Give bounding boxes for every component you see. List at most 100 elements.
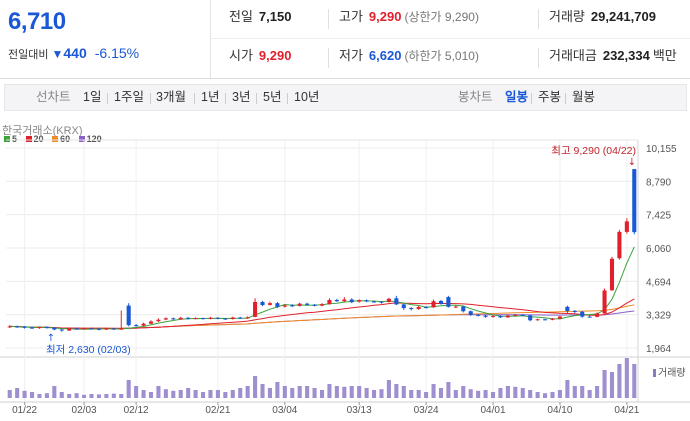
chart-grid: [0, 139, 690, 403]
candle-body: [111, 328, 116, 330]
x-tick-label: 04/01: [480, 405, 505, 416]
volume-bar: [572, 386, 577, 398]
candle-body: [230, 317, 235, 320]
volume-bar: [267, 388, 272, 398]
candle-body: [178, 317, 183, 320]
candle-body: [490, 315, 496, 317]
candle-body: [52, 327, 57, 330]
candle-body: [438, 300, 444, 304]
x-tick-label: 02/03: [72, 405, 97, 416]
ma60-line: [9, 304, 635, 329]
volume-bar: [119, 394, 124, 398]
moving-averages: [9, 246, 635, 330]
candle-body: [312, 304, 317, 306]
volume-bar: [186, 388, 191, 398]
volume-bar: [617, 364, 622, 398]
volume-bar: [230, 390, 235, 398]
volume-bar: [409, 390, 414, 398]
volume-bar: [193, 390, 198, 398]
volume-bar: [67, 394, 72, 398]
candle-body: [446, 297, 451, 307]
candle-body: [587, 316, 592, 318]
volume-bar: [535, 392, 540, 398]
x-tick-label: 02/12: [124, 405, 149, 416]
candle-body: [305, 303, 310, 305]
volume-bar: [334, 386, 339, 398]
volume-bar: [446, 382, 451, 398]
candle-body: [297, 303, 302, 306]
candle-body: [74, 328, 79, 330]
candle-body: [349, 299, 354, 303]
volume-bar: [587, 390, 592, 398]
volume-bar: [290, 388, 295, 398]
candle-body: [386, 298, 391, 302]
volume-bar: [357, 386, 362, 398]
candle-body: [253, 301, 258, 317]
x-tick-label: 04/10: [547, 405, 572, 416]
candle-body: [401, 304, 406, 309]
volume-bar: [29, 392, 35, 398]
candle-body: [453, 306, 458, 308]
candle-body: [89, 328, 94, 330]
volume-bar: [200, 392, 206, 398]
candle-body: [424, 307, 429, 309]
candle-body: [550, 318, 555, 320]
volume-bar: [416, 390, 421, 398]
ma5-line: [9, 246, 635, 330]
candle-body: [595, 313, 600, 317]
volume-bar: [37, 394, 42, 398]
volume-bar: [319, 390, 325, 398]
volume-bar: [134, 386, 139, 398]
volume-legend-label: 거래량: [658, 368, 686, 379]
volume-bar: [372, 390, 377, 398]
candle-body: [193, 318, 198, 320]
candle-body: [505, 315, 510, 318]
volume-bar: [438, 388, 444, 398]
volume-bar: [89, 394, 94, 398]
volume-bar: [253, 376, 258, 398]
candle-body: [468, 311, 473, 315]
candle-body: [319, 304, 325, 306]
candle-body: [260, 301, 265, 306]
y-tick-label: 7,425: [646, 211, 671, 222]
candle-body: [200, 318, 206, 320]
candle-body: [624, 221, 629, 232]
volume-bar: [379, 389, 384, 398]
candle-body: [245, 317, 250, 319]
candle-body: [461, 306, 466, 312]
volume-bar: [275, 382, 280, 398]
volume-bar: [632, 364, 637, 398]
volume-bar: [349, 386, 354, 398]
volume-bar: [215, 390, 220, 398]
volume-bar: [476, 390, 481, 398]
volume-bar: [513, 386, 518, 398]
candle-body: [431, 301, 436, 308]
volume-bar: [245, 386, 250, 398]
volume-bar: [528, 390, 533, 398]
candle-body: [357, 300, 362, 302]
candle-body: [476, 314, 481, 316]
candle-body: [394, 298, 399, 305]
volume-bar: [461, 386, 466, 398]
volume-bar: [312, 388, 317, 398]
candle-body: [409, 308, 414, 310]
volume-bar: [44, 393, 49, 398]
candle-body: [186, 317, 191, 319]
candle-body: [290, 305, 295, 307]
candle-body: [543, 319, 548, 321]
volume-bar: [59, 392, 64, 398]
annotations: 최고 9,290 (04/22) ↓ ↑ 최저 2,630 (02/03): [46, 145, 636, 356]
candle-body: [513, 314, 518, 316]
candle-body: [15, 326, 20, 328]
candle-body: [572, 310, 577, 312]
volume-bar: [104, 394, 109, 398]
candle-body: [156, 319, 161, 322]
stock-chart[interactable]: 10,155 8,790 7,425 6,060 4,694 3,329 1,964 01/…: [0, 0, 690, 421]
candle-body: [275, 303, 280, 307]
volume-bar: [163, 389, 168, 398]
high-annotation: 최고 9,290 (04/22): [551, 145, 636, 157]
candle-body: [528, 315, 533, 321]
candle-body: [96, 328, 101, 330]
volume-bar: [394, 384, 399, 398]
candle-body: [609, 258, 615, 291]
